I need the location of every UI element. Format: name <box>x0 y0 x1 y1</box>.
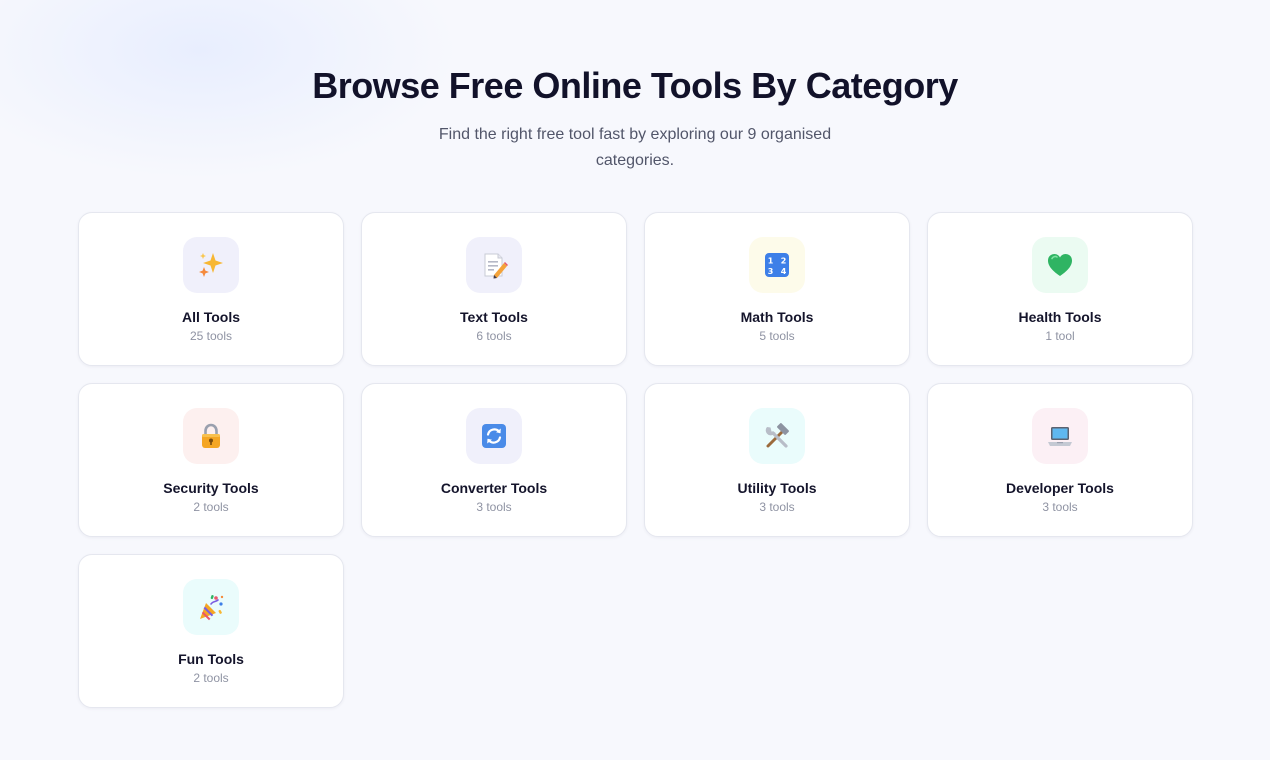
category-icon-box <box>1032 237 1088 293</box>
category-count: 3 tools <box>759 500 795 514</box>
category-card-all-tools[interactable]: All Tools 25 tools <box>78 212 344 366</box>
category-icon-box <box>1032 408 1088 464</box>
category-count: 1 tool <box>1045 329 1075 343</box>
category-count: 3 tools <box>1042 500 1078 514</box>
category-icon-box <box>466 408 522 464</box>
svg-text:3: 3 <box>768 267 774 276</box>
category-card-health-tools[interactable]: Health Tools 1 tool <box>927 212 1193 366</box>
category-card-text-tools[interactable]: Text Tools 6 tools <box>361 212 627 366</box>
party-popper-icon <box>200 595 224 621</box>
category-card-utility-tools[interactable]: Utility Tools 3 tools <box>644 383 910 537</box>
category-grid: All Tools 25 tools Text Tools 6 tools 1 … <box>78 212 1193 708</box>
category-name: All Tools <box>181 309 241 325</box>
category-icon-box: 1 2 3 4 <box>749 237 805 293</box>
category-count: 5 tools <box>759 329 795 343</box>
green-heart-icon <box>1048 254 1072 276</box>
sparkles-icon <box>199 253 223 277</box>
refresh-arrows-icon <box>482 424 506 448</box>
category-icon-box <box>183 408 239 464</box>
category-name: Fun Tools <box>178 651 244 667</box>
section-header: Browse Free Online Tools By Category Fin… <box>0 64 1270 174</box>
svg-text:4: 4 <box>781 267 787 276</box>
category-card-fun-tools[interactable]: Fun Tools 2 tools <box>78 554 344 708</box>
category-card-developer-tools[interactable]: Developer Tools 3 tools <box>927 383 1193 537</box>
category-name: Text Tools <box>460 309 528 325</box>
category-count: 3 tools <box>476 500 512 514</box>
category-name: Math Tools <box>740 309 814 325</box>
padlock-icon <box>202 423 220 448</box>
category-count: 2 tools <box>193 500 229 514</box>
category-icon-box <box>183 579 239 635</box>
hammer-wrench-icon <box>765 423 789 448</box>
page-subtitle: Find the right free tool fast by explori… <box>438 126 832 169</box>
category-icon-box <box>183 237 239 293</box>
category-count: 2 tools <box>193 671 229 685</box>
category-name: Utility Tools <box>737 480 817 496</box>
category-count: 6 tools <box>476 329 512 343</box>
category-card-converter-tools[interactable]: Converter Tools 3 tools <box>361 383 627 537</box>
numbers-1234-icon: 1 2 3 4 <box>765 253 789 277</box>
category-card-security-tools[interactable]: Security Tools 2 tools <box>78 383 344 537</box>
svg-text:1: 1 <box>768 257 774 266</box>
category-name: Health Tools <box>1018 309 1102 325</box>
page-title: Browse Free Online Tools By Category <box>312 65 958 106</box>
category-card-math-tools[interactable]: 1 2 3 4 Math Tools 5 tools <box>644 212 910 366</box>
category-name: Security Tools <box>163 480 259 496</box>
page: Browse Free Online Tools By Category Fin… <box>0 0 1270 760</box>
laptop-icon <box>1048 427 1072 446</box>
category-name: Developer Tools <box>1006 480 1114 496</box>
category-icon-box <box>466 237 522 293</box>
svg-text:2: 2 <box>781 257 787 266</box>
category-name: Converter Tools <box>440 480 548 496</box>
category-icon-box <box>749 408 805 464</box>
category-count: 25 tools <box>189 329 233 343</box>
memo-pencil-icon <box>484 253 508 279</box>
